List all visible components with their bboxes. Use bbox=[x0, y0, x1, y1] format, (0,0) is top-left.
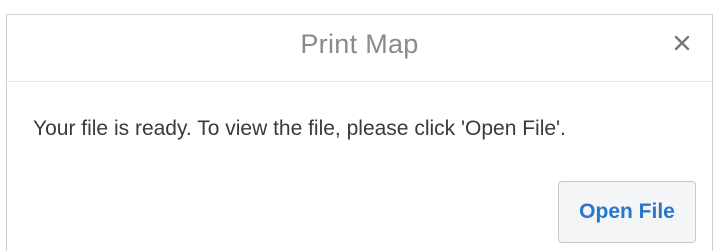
dialog-title: Print Map bbox=[300, 29, 419, 59]
print-map-dialog: Print Map Your file is ready. To view th… bbox=[6, 14, 713, 251]
open-file-button[interactable]: Open File bbox=[558, 181, 696, 243]
dialog-body: Your file is ready. To view the file, pl… bbox=[7, 115, 712, 143]
close-button[interactable] bbox=[668, 31, 696, 59]
dialog-header: Print Map bbox=[7, 15, 712, 82]
dialog-message: Your file is ready. To view the file, pl… bbox=[33, 117, 566, 140]
close-icon bbox=[674, 35, 690, 56]
page: Print Map Your file is ready. To view th… bbox=[0, 0, 718, 251]
